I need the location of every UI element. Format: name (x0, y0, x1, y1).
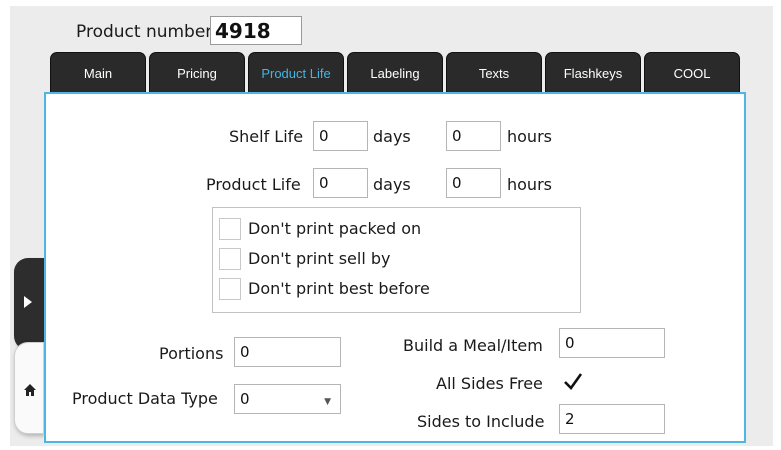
product-data-type-label: Product Data Type (72, 389, 218, 408)
dropdown-caret-icon: ▼ (324, 397, 331, 407)
product-life-hours-unit: hours (507, 175, 552, 194)
next-side-tab[interactable] (14, 258, 44, 350)
dont-print-packed-on-label: Don't print packed on (248, 219, 422, 238)
checkmark-icon (564, 373, 583, 391)
product-life-label: Product Life (206, 175, 301, 194)
portions-label: Portions (159, 344, 224, 363)
dont-print-best-before-checkbox[interactable] (219, 278, 241, 300)
sides-to-include-label: Sides to Include (417, 412, 545, 431)
print-options-group: Don't print packed on Don't print sell b… (212, 207, 581, 313)
tab-product-life[interactable]: Product Life (248, 52, 344, 93)
tab-labeling[interactable]: Labeling (347, 52, 443, 93)
tab-texts[interactable]: Texts (446, 52, 542, 93)
product-life-days-input[interactable]: 0 (313, 168, 368, 198)
dont-print-best-before-label: Don't print best before (248, 279, 430, 298)
portions-input[interactable]: 0 (234, 337, 341, 367)
product-number-input[interactable]: 4918 (210, 16, 302, 45)
shelf-life-label: Shelf Life (229, 127, 304, 146)
dont-print-sell-by-label: Don't print sell by (248, 249, 391, 268)
shelf-life-days-unit: days (373, 127, 411, 146)
home-icon (24, 384, 36, 396)
product-number-label: Product number (76, 22, 213, 42)
play-arrow-icon (24, 296, 32, 308)
product-data-type-select[interactable]: 0 ▼ (234, 384, 341, 414)
all-sides-free-label: All Sides Free (436, 374, 543, 393)
all-sides-free-checkbox[interactable] (562, 370, 584, 392)
shelf-life-hours-input[interactable]: 0 (446, 121, 501, 151)
tab-flashkeys[interactable]: Flashkeys (545, 52, 641, 93)
product-data-type-value: 0 (240, 390, 250, 408)
sides-to-include-input[interactable]: 2 (559, 404, 665, 434)
product-life-hours-input[interactable]: 0 (446, 168, 501, 198)
tab-pricing[interactable]: Pricing (149, 52, 245, 93)
tab-main[interactable]: Main (50, 52, 146, 93)
product-life-days-unit: days (373, 175, 411, 194)
home-side-tab[interactable] (14, 342, 44, 434)
build-a-meal-input[interactable]: 0 (559, 328, 665, 358)
dont-print-sell-by-checkbox[interactable] (219, 248, 241, 270)
tab-cool[interactable]: COOL (644, 52, 740, 93)
shelf-life-days-input[interactable]: 0 (313, 121, 368, 151)
shelf-life-hours-unit: hours (507, 127, 552, 146)
build-a-meal-label: Build a Meal/Item (403, 336, 543, 355)
dont-print-packed-on-checkbox[interactable] (219, 218, 241, 240)
